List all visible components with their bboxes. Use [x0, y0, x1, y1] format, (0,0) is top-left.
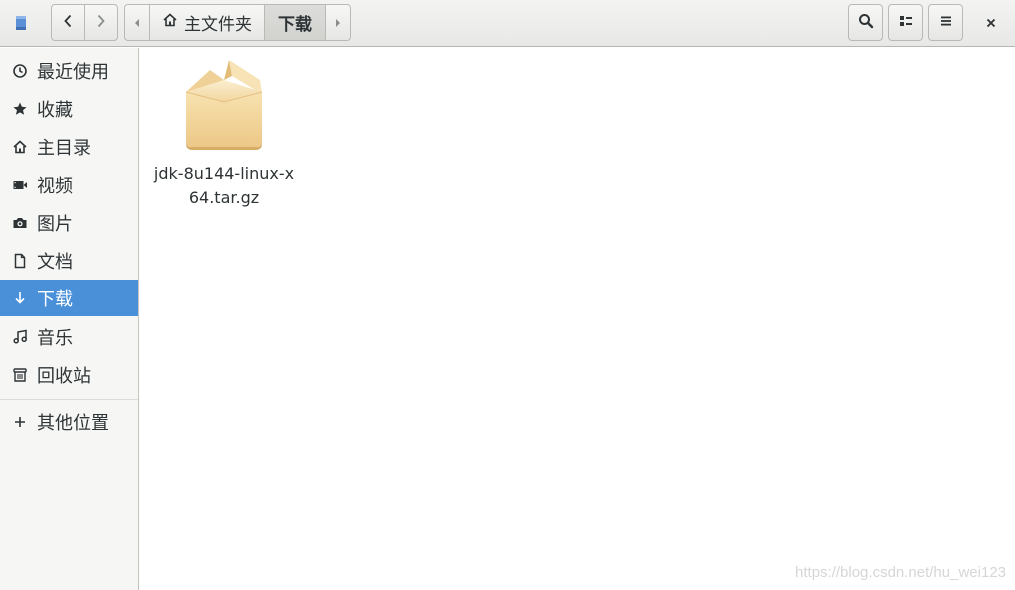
path-scroll-right-button[interactable] — [325, 4, 351, 41]
home-icon — [162, 12, 178, 33]
sidebar-item-videos[interactable]: 视频 — [0, 167, 138, 203]
navigation-buttons — [51, 4, 118, 41]
clock-icon — [12, 63, 28, 79]
sidebar-item-label: 最近使用 — [37, 62, 109, 83]
path-segment-current[interactable]: 下载 — [264, 4, 326, 41]
sidebar-item-label: 图片 — [37, 214, 73, 235]
sidebar-item-label: 下载 — [37, 289, 73, 310]
path-segment-label: 下载 — [278, 15, 312, 35]
close-window-button[interactable] — [975, 9, 1007, 37]
file-name: jdk-8u144-linux-x64.tar.gz — [153, 164, 295, 207]
package-icon — [182, 58, 266, 156]
sidebar-item-downloads[interactable]: 下载 — [0, 280, 138, 316]
video-icon — [12, 177, 28, 193]
files-app-icon — [13, 13, 29, 33]
music-icon — [12, 329, 28, 345]
sidebar-item-label: 视频 — [37, 176, 73, 197]
menu-button[interactable] — [928, 4, 963, 41]
sidebar-item-other-locations[interactable]: 其他位置 — [0, 404, 138, 440]
sidebar-item-home[interactable]: 主目录 — [0, 129, 138, 165]
sidebar-item-label: 其他位置 — [37, 413, 109, 434]
path-bar: 主文件夹 下载 — [124, 4, 351, 41]
sidebar-item-pictures[interactable]: 图片 — [0, 205, 138, 241]
triangle-left-icon — [134, 13, 140, 33]
sidebar-item-recent[interactable]: 最近使用 — [0, 53, 138, 89]
sidebar-item-label: 回收站 — [37, 366, 91, 387]
trash-icon — [12, 367, 28, 383]
sidebar-item-label: 主目录 — [37, 138, 91, 159]
sidebar-item-label: 文档 — [37, 252, 73, 273]
forward-button[interactable] — [84, 4, 118, 41]
plus-icon — [12, 414, 28, 430]
close-icon — [985, 14, 997, 33]
watermark: https://blog.csdn.net/hu_wei123 — [795, 564, 1006, 581]
sidebar-item-music[interactable]: 音乐 — [0, 319, 138, 355]
sidebar-item-label: 音乐 — [37, 328, 73, 349]
file-view[interactable]: jdk-8u144-linux-x64.tar.gz https://blog.… — [139, 48, 1015, 590]
chevron-left-icon — [63, 13, 73, 32]
camera-icon — [12, 215, 28, 231]
search-button[interactable] — [848, 4, 883, 41]
sidebar-item-label: 收藏 — [37, 100, 73, 121]
back-button[interactable] — [51, 4, 85, 41]
download-icon — [12, 290, 28, 306]
path-segment-label: 主文件夹 — [184, 15, 252, 35]
sidebar-item-documents[interactable]: 文档 — [0, 243, 138, 279]
sidebar: 最近使用 收藏 主目录 视频 图片 文档 下载 音乐 回收站 其他位置 — [0, 48, 139, 590]
search-icon — [858, 13, 874, 33]
home-icon — [12, 139, 28, 155]
star-icon — [12, 101, 28, 117]
view-options-button[interactable] — [888, 4, 923, 41]
sidebar-separator — [0, 399, 138, 400]
view-list-icon — [898, 13, 914, 33]
document-icon — [12, 253, 28, 269]
sidebar-item-trash[interactable]: 回收站 — [0, 357, 138, 393]
path-scroll-left-button[interactable] — [124, 4, 150, 41]
file-item[interactable]: jdk-8u144-linux-x64.tar.gz — [153, 58, 295, 208]
hamburger-menu-icon — [939, 13, 953, 32]
header-bar: 主文件夹 下载 — [0, 0, 1015, 47]
sidebar-item-starred[interactable]: 收藏 — [0, 91, 138, 127]
chevron-right-icon — [96, 13, 106, 32]
path-segment-home[interactable]: 主文件夹 — [149, 4, 265, 41]
triangle-right-icon — [335, 13, 341, 33]
